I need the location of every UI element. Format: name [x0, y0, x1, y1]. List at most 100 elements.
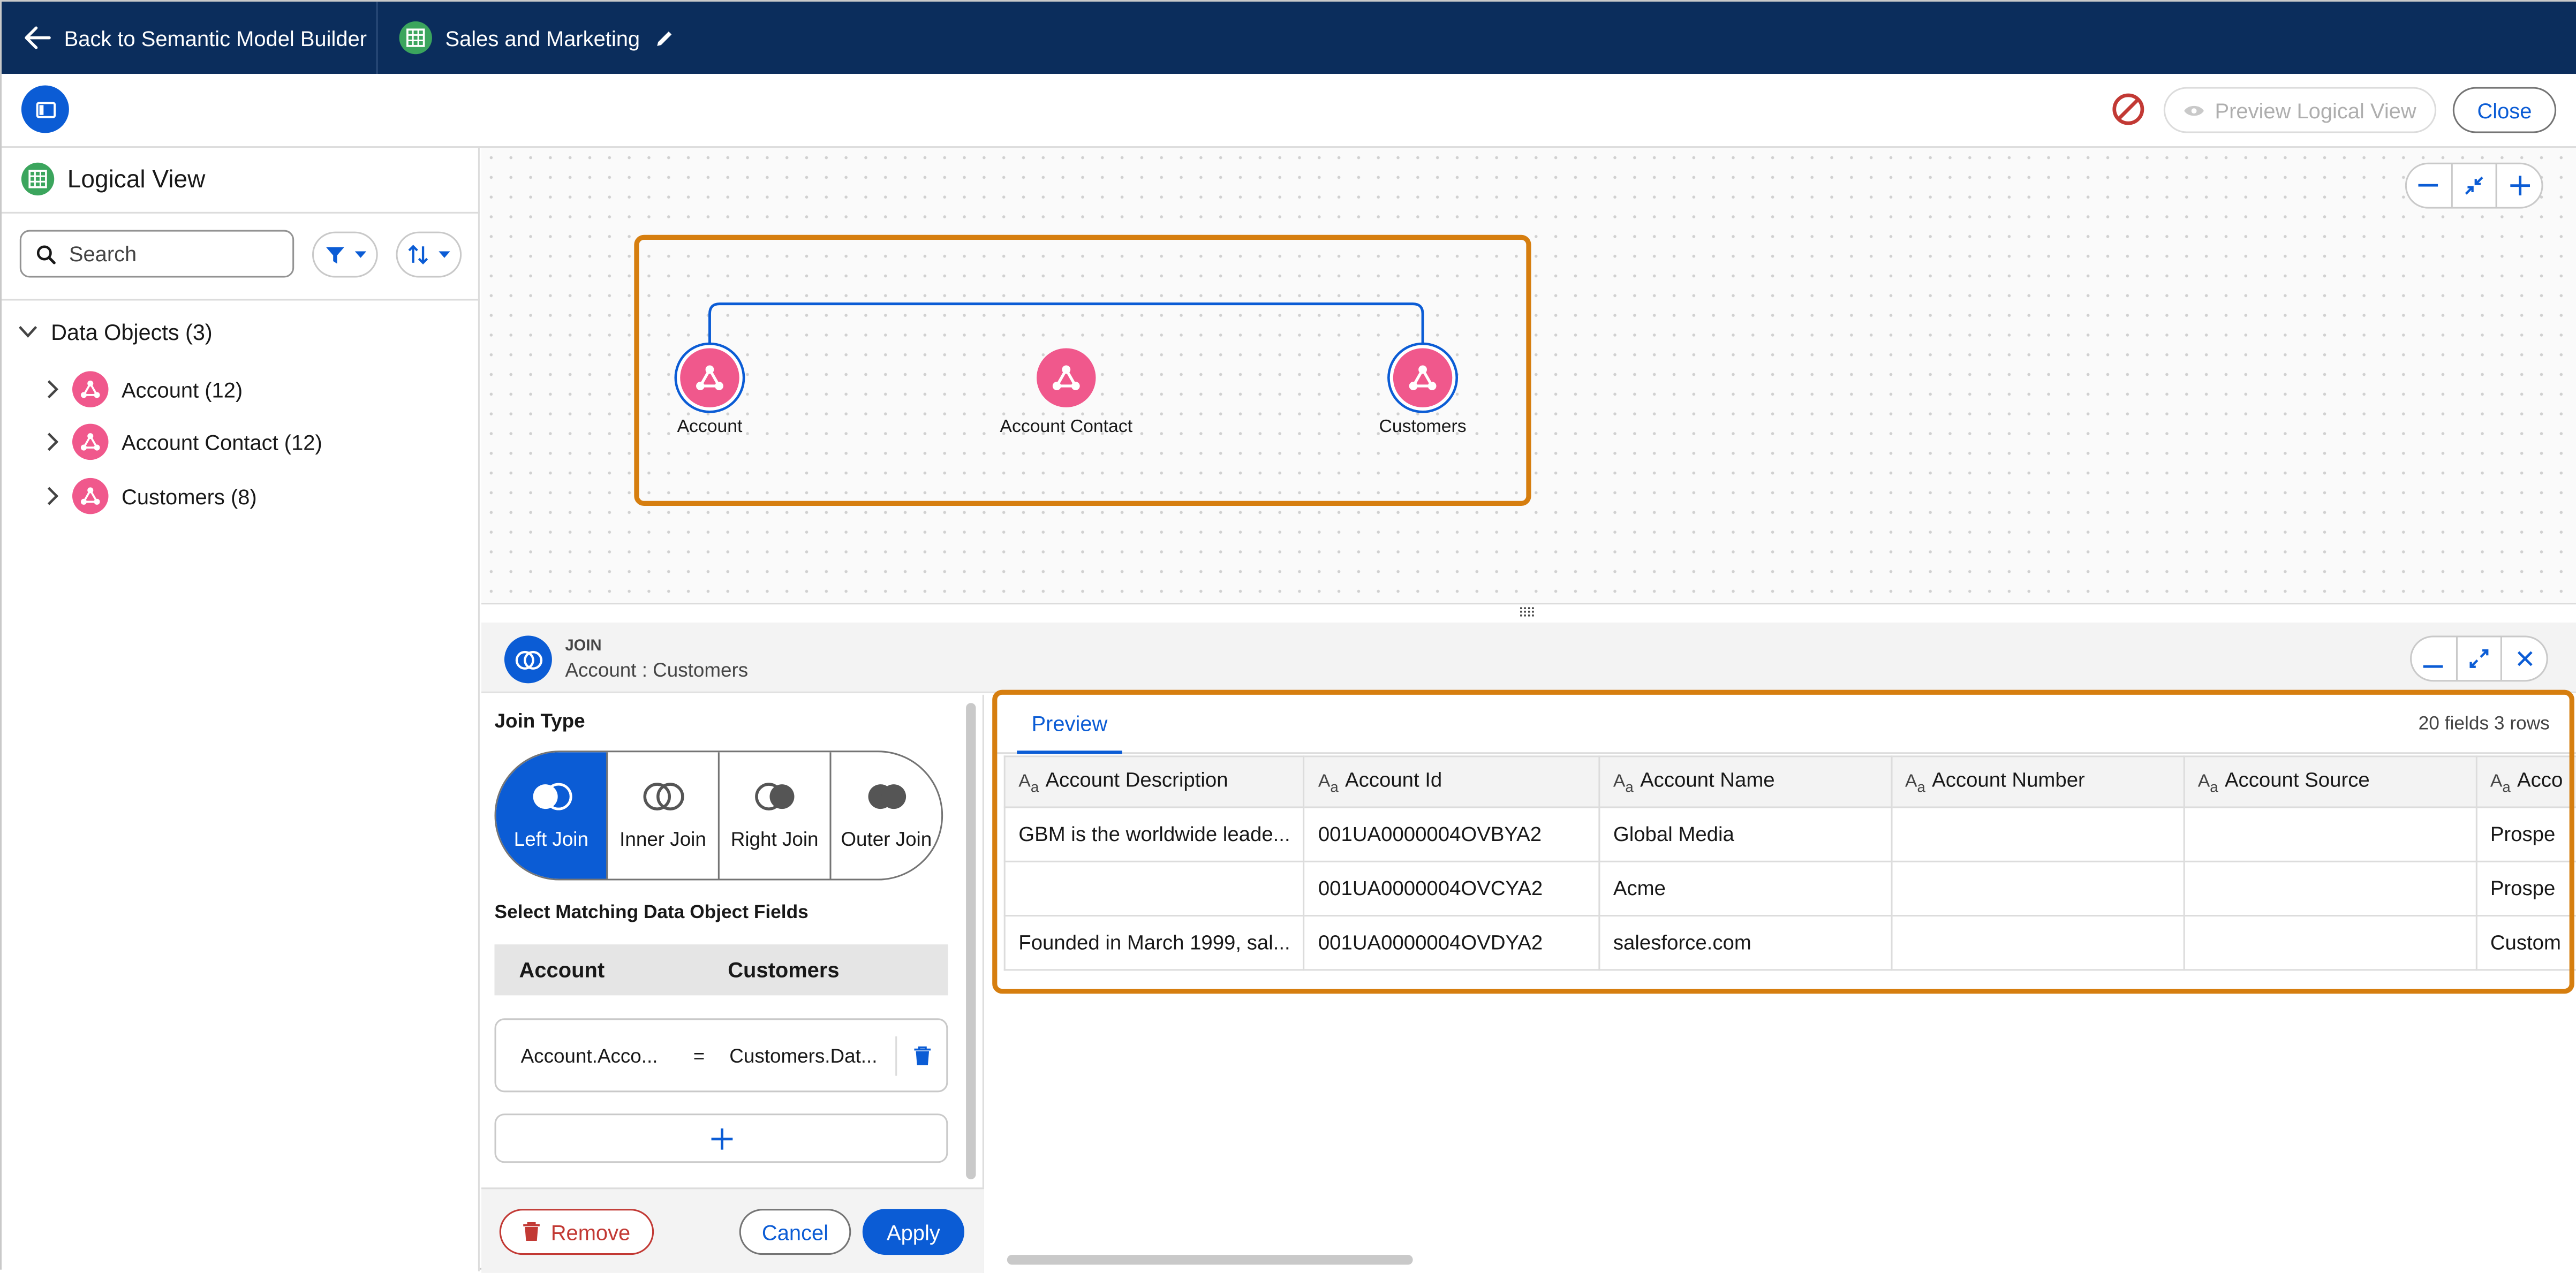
- chevron-down-icon: [354, 251, 366, 258]
- chevron-down-icon: [19, 326, 37, 338]
- node-label: Account: [677, 417, 743, 437]
- error-prohibited-icon: [2112, 93, 2144, 125]
- sidebar-item-label: Customers (8): [122, 483, 257, 509]
- logical-view-canvas[interactable]: Account Account Contact Customers: [481, 148, 2576, 603]
- chevron-right-icon: [47, 433, 59, 451]
- filter-icon: [325, 246, 344, 263]
- node-account-contact[interactable]: Account Contact: [984, 348, 1149, 437]
- right-join-option[interactable]: Right Join: [720, 752, 832, 879]
- close-icon: [2517, 651, 2532, 666]
- close-button[interactable]: Close: [2452, 87, 2557, 133]
- sidebar-item-label: Account (12): [122, 377, 243, 402]
- node-account[interactable]: Account: [655, 348, 764, 437]
- minus-icon: [2419, 184, 2439, 187]
- expand-button[interactable]: [2455, 637, 2501, 680]
- minimize-button[interactable]: [2412, 637, 2456, 680]
- divider: [2, 211, 480, 214]
- delete-icon[interactable]: [913, 1046, 932, 1066]
- divider: [895, 1036, 897, 1076]
- edit-pencil-icon[interactable]: [653, 27, 675, 49]
- operator: =: [693, 1044, 705, 1068]
- cancel-button[interactable]: Cancel: [739, 1209, 851, 1255]
- outer-join-option[interactable]: Outer Join: [832, 752, 942, 878]
- remove-label: Remove: [550, 1219, 631, 1245]
- eye-icon: [2184, 105, 2204, 115]
- mapping-header: Account Customers: [494, 944, 948, 996]
- spreadsheet-icon: [399, 21, 432, 55]
- cancel-label: Cancel: [761, 1219, 829, 1245]
- node-label: Customers: [1379, 417, 1467, 437]
- back-to-builder-link[interactable]: Back to Semantic Model Builder: [25, 2, 367, 74]
- panel-left-icon: [35, 101, 55, 118]
- app-window: Back to Semantic Model Builder Sales and…: [0, 0, 2576, 1273]
- matching-fields-heading: Select Matching Data Object Fields: [494, 903, 809, 923]
- delete-icon: [524, 1222, 540, 1241]
- remove-button[interactable]: Remove: [499, 1209, 654, 1255]
- drawer-controls: [2410, 635, 2548, 682]
- vertical-scrollbar[interactable]: [966, 703, 976, 1179]
- join-kicker: JOIN: [565, 637, 602, 656]
- zoom-out-button[interactable]: [2407, 164, 2451, 207]
- left-object-header: Account: [519, 957, 605, 982]
- join-type-selector: Left Join Inner Join Right Join Outer Jo…: [494, 751, 943, 881]
- apply-button[interactable]: Apply: [862, 1209, 965, 1255]
- data-object-icon: [72, 478, 109, 514]
- data-objects-group[interactable]: Data Objects (3): [18, 309, 213, 355]
- inner-join-icon: [642, 782, 684, 810]
- nav-divider: [376, 2, 378, 74]
- toggle-panel-button[interactable]: [21, 85, 69, 133]
- chevron-down-icon: [439, 251, 450, 258]
- join-type-label: Left Join: [513, 827, 588, 850]
- join-title: Account : Customers: [565, 658, 749, 682]
- join-header: JOIN Account : Customers: [481, 622, 2576, 693]
- zoom-in-button[interactable]: [2496, 164, 2542, 207]
- top-nav-bar: Back to Semantic Model Builder Sales and…: [2, 2, 2576, 74]
- fit-view-button[interactable]: [2450, 164, 2496, 207]
- logical-view-sidebar: Logical View Search Data Objects (3) Acc…: [2, 148, 480, 1271]
- left-join-option[interactable]: Left Join: [496, 752, 608, 879]
- back-label: Back to Semantic Model Builder: [64, 25, 367, 50]
- join-actions: Remove Cancel Apply: [481, 1187, 984, 1273]
- zoom-controls: [2405, 162, 2543, 209]
- chevron-right-icon: [47, 487, 59, 505]
- sidebar-item-account-contact[interactable]: Account Contact (12): [46, 419, 322, 465]
- sort-button[interactable]: [396, 231, 462, 278]
- toolbar: Preview Logical View Close: [2, 74, 2576, 148]
- spreadsheet-icon: [21, 162, 55, 196]
- right-join-icon: [754, 782, 794, 810]
- sidebar-header: Logical View: [21, 161, 205, 198]
- sidebar-item-customers[interactable]: Customers (8): [46, 473, 257, 519]
- sidebar-item-account[interactable]: Account (12): [46, 366, 243, 412]
- model-title: Sales and Marketing: [399, 2, 675, 74]
- plus-icon: [2510, 176, 2530, 196]
- inner-join-option[interactable]: Inner Join: [608, 752, 720, 879]
- node-customers[interactable]: Customers: [1362, 348, 1484, 437]
- sidebar-title: Logical View: [67, 165, 206, 193]
- data-object-icon: [1393, 348, 1453, 407]
- preview-logical-view-button[interactable]: Preview Logical View: [2163, 87, 2437, 133]
- join-type-heading: Join Type: [494, 709, 585, 733]
- close-drawer-button[interactable]: [2501, 637, 2547, 680]
- sort-icon: [408, 245, 428, 264]
- horizontal-scrollbar[interactable]: [1007, 1255, 1413, 1265]
- left-join-icon: [532, 782, 572, 810]
- minimize-icon: [2423, 665, 2444, 668]
- right-field-select[interactable]: Customers.Dat...: [729, 1044, 877, 1067]
- arrow-left-icon: [25, 26, 51, 49]
- data-object-icon: [1037, 348, 1096, 407]
- field-mapping-row: Account.Acco... = Customers.Dat...: [494, 1018, 948, 1093]
- close-label: Close: [2477, 97, 2532, 123]
- drawer-resize-handle[interactable]: ⠿⠿: [1515, 605, 1538, 620]
- contract-icon: [2465, 176, 2483, 195]
- join-type-label: Right Join: [730, 827, 819, 850]
- left-field-select[interactable]: Account.Acco...: [521, 1044, 658, 1067]
- divider: [2, 299, 480, 301]
- join-config-panel: Join Type Left Join Inner Join Right Joi…: [481, 694, 984, 1273]
- data-object-icon: [72, 371, 109, 407]
- filter-button[interactable]: [312, 231, 378, 278]
- add-mapping-button[interactable]: [494, 1113, 948, 1163]
- expand-icon: [2469, 649, 2489, 668]
- highlight-frame: [992, 689, 2574, 994]
- chevron-right-icon: [47, 380, 59, 399]
- search-input[interactable]: Search: [19, 230, 294, 278]
